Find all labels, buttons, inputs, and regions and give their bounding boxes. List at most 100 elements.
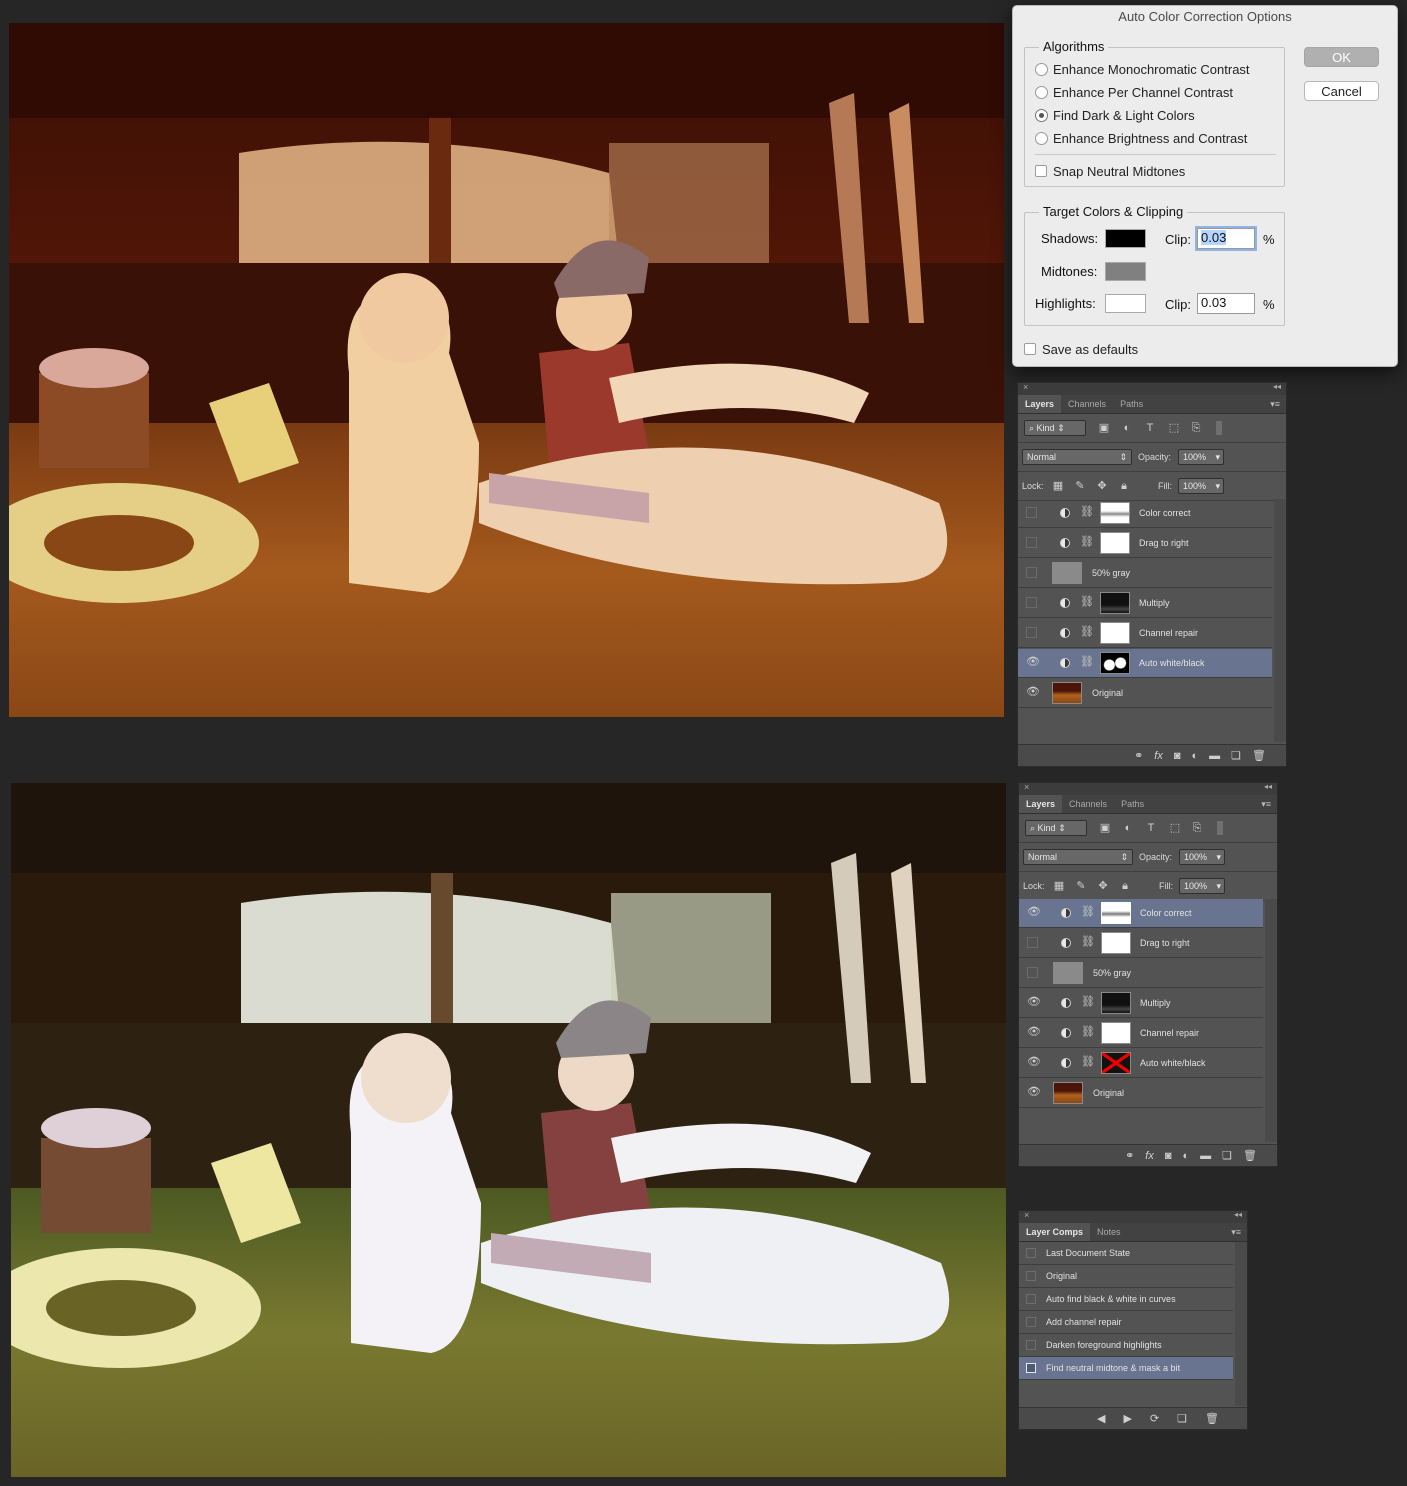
eye-icon[interactable]: 👁︎ [1026, 687, 1040, 698]
mask-thumbnail[interactable] [1101, 1022, 1131, 1044]
visibility-toggle[interactable] [1026, 537, 1037, 548]
save-as-defaults-checkbox[interactable]: Save as defaults [1024, 340, 1138, 358]
layer-comps-scrollbar[interactable] [1235, 1242, 1247, 1406]
ok-button[interactable]: OK [1304, 47, 1379, 67]
comp-apply-toggle[interactable] [1026, 1248, 1036, 1258]
next-comp-icon[interactable]: ▶ [1123, 1412, 1131, 1425]
tab-paths[interactable]: Paths [1113, 395, 1150, 413]
link-layers-icon[interactable]: ⚭ [1125, 1149, 1134, 1162]
adjustment-filter-icon[interactable]: ◐ [1122, 822, 1134, 834]
new-group-icon[interactable]: ▬ [1200, 1150, 1211, 1162]
new-adjustment-icon[interactable]: ◐ [1183, 1150, 1190, 1162]
eye-icon[interactable]: 👁︎ [1027, 1057, 1041, 1068]
trash-icon[interactable]: 🗑︎ [1205, 1412, 1219, 1425]
shape-filter-icon[interactable]: ⬚ [1169, 822, 1181, 834]
comp-row-auto-find[interactable]: Auto find black & white in curves [1019, 1288, 1233, 1311]
layer-row-original[interactable]: 👁︎ Original [1018, 679, 1272, 708]
filter-toggle[interactable] [1216, 421, 1222, 435]
type-filter-icon[interactable]: T [1144, 422, 1156, 434]
mask-thumbnail[interactable] [1100, 652, 1130, 674]
trash-icon[interactable]: 🗑︎ [1252, 749, 1266, 762]
algorithm-enhance-monochromatic[interactable]: Enhance Monochromatic Contrast [1035, 60, 1250, 78]
layer-row-channel-repair[interactable]: 👁︎ ⛓︎ Channel repair [1019, 1019, 1263, 1048]
layer-thumbnail[interactable] [1052, 682, 1082, 704]
corrected-photo-canvas[interactable] [11, 783, 1006, 1477]
layer-thumbnail[interactable] [1053, 962, 1083, 984]
layer-row-50-gray[interactable]: 50% gray [1018, 559, 1272, 588]
lock-all-icon[interactable]: 🔒︎ [1118, 480, 1130, 492]
comp-row-find-neutral-midtone[interactable]: Find neutral midtone & mask a bit [1019, 1357, 1233, 1380]
kind-filter-select[interactable]: ⌕ Kind ⇕ [1024, 420, 1086, 436]
lock-image-icon[interactable]: ✎ [1074, 480, 1086, 492]
eye-icon[interactable]: 👁︎ [1026, 657, 1040, 668]
comp-row-original[interactable]: Original [1019, 1265, 1233, 1288]
new-comp-icon[interactable]: ❏ [1177, 1412, 1187, 1425]
disabled-mask-thumbnail[interactable] [1101, 1052, 1131, 1074]
lock-all-icon[interactable]: 🔒︎ [1119, 880, 1131, 892]
eye-icon[interactable]: 👁︎ [1027, 1027, 1041, 1038]
shape-filter-icon[interactable]: ⬚ [1168, 422, 1180, 434]
comp-apply-toggle[interactable] [1026, 1271, 1036, 1281]
type-filter-icon[interactable]: T [1145, 822, 1157, 834]
tab-layer-comps[interactable]: Layer Comps [1019, 1223, 1091, 1241]
close-icon[interactable]: × [1024, 782, 1029, 792]
comp-apply-toggle[interactable] [1026, 1317, 1036, 1327]
kind-filter-select[interactable]: ⌕ Kind ⇕ [1025, 820, 1087, 836]
collapse-icon[interactable]: ◂◂ [1234, 1210, 1242, 1219]
highlights-clip-input[interactable]: 0.03 [1197, 293, 1255, 314]
opacity-input[interactable]: 100% ▾ [1179, 849, 1225, 865]
tab-channels[interactable]: Channels [1061, 395, 1113, 413]
update-comp-icon[interactable]: ⟳ [1150, 1412, 1159, 1425]
layer-thumbnail[interactable] [1052, 562, 1082, 584]
visibility-toggle[interactable] [1026, 627, 1037, 638]
layer-thumbnail[interactable] [1053, 1082, 1083, 1104]
eye-icon[interactable]: 👁︎ [1027, 907, 1041, 918]
close-icon[interactable]: × [1023, 382, 1028, 392]
panel-menu-icon[interactable]: ▾≡ [1231, 1223, 1241, 1241]
lock-position-icon[interactable]: ✥ [1097, 880, 1109, 892]
blend-mode-select[interactable]: Normal ⇕ [1022, 449, 1132, 465]
layer-row-channel-repair[interactable]: ⛓︎ Channel repair [1018, 619, 1272, 648]
tab-layers[interactable]: Layers [1018, 395, 1062, 413]
original-photo-canvas[interactable] [9, 23, 1004, 717]
algorithm-enhance-brightness[interactable]: Enhance Brightness and Contrast [1035, 129, 1247, 147]
midtones-swatch[interactable] [1105, 262, 1146, 281]
visibility-toggle[interactable] [1027, 937, 1038, 948]
new-layer-icon[interactable]: ❏ [1231, 749, 1241, 762]
pixel-filter-icon[interactable]: ▣ [1098, 422, 1110, 434]
layer-row-multiply[interactable]: ⛓︎ Multiply [1018, 589, 1272, 618]
mask-thumbnail[interactable] [1100, 592, 1130, 614]
panel-menu-icon[interactable]: ▾≡ [1261, 795, 1271, 813]
mask-thumbnail[interactable] [1101, 932, 1131, 954]
add-mask-icon[interactable]: ◙ [1165, 1150, 1172, 1162]
smart-object-filter-icon[interactable]: ⎘ [1190, 422, 1202, 434]
layer-row-original[interactable]: 👁︎ Original [1019, 1079, 1263, 1108]
tab-notes[interactable]: Notes [1090, 1223, 1128, 1241]
checkbox-icon[interactable] [1024, 343, 1036, 355]
comp-row-last-document-state[interactable]: Last Document State [1019, 1242, 1233, 1265]
fx-icon[interactable]: fx [1145, 1150, 1154, 1162]
pixel-filter-icon[interactable]: ▣ [1099, 822, 1111, 834]
blend-mode-select[interactable]: Normal ⇕ [1023, 849, 1133, 865]
lock-image-icon[interactable]: ✎ [1075, 880, 1087, 892]
visibility-toggle[interactable] [1026, 507, 1037, 518]
smart-object-filter-icon[interactable]: ⎘ [1191, 822, 1203, 834]
lock-transparent-icon[interactable]: ▦ [1052, 480, 1064, 492]
layers-scrollbar[interactable] [1265, 899, 1277, 1142]
layer-row-drag-to-right[interactable]: ⛓︎ Drag to right [1018, 529, 1272, 558]
radio-selected-icon[interactable] [1035, 108, 1048, 122]
layers-scrollbar[interactable] [1274, 499, 1286, 742]
tab-paths[interactable]: Paths [1114, 795, 1151, 813]
mask-thumbnail[interactable] [1101, 992, 1131, 1014]
previous-comp-icon[interactable]: ◀ [1097, 1412, 1105, 1425]
eye-icon[interactable]: 👁︎ [1027, 1087, 1041, 1098]
tab-channels[interactable]: Channels [1062, 795, 1114, 813]
link-layers-icon[interactable]: ⚭ [1134, 749, 1143, 762]
mask-thumbnail[interactable] [1101, 902, 1131, 924]
new-group-icon[interactable]: ▬ [1209, 750, 1220, 762]
trash-icon[interactable]: 🗑︎ [1243, 1149, 1257, 1162]
add-mask-icon[interactable]: ◙ [1174, 750, 1181, 762]
fill-input[interactable]: 100% ▾ [1178, 478, 1224, 494]
radio-icon[interactable] [1035, 85, 1048, 99]
layer-row-multiply[interactable]: 👁︎ ⛓︎ Multiply [1019, 989, 1263, 1018]
